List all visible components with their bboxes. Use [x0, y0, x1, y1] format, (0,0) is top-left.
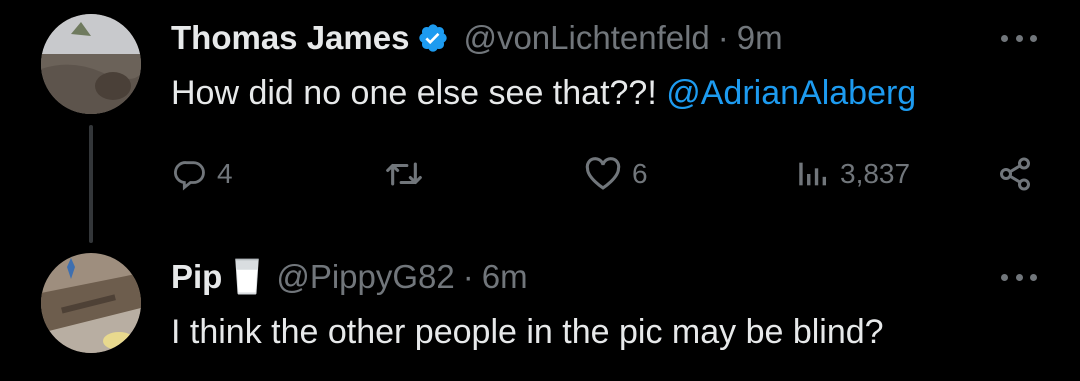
reply-count: 4 — [217, 158, 233, 189]
tweet-header: Thomas James @vonLichtenfeld · 9m — [171, 18, 783, 58]
author-handle[interactable]: @PippyG82 — [276, 257, 454, 297]
like-count: 6 — [632, 158, 648, 189]
separator-dot: · — [462, 258, 474, 295]
views-button[interactable]: 3,837 — [794, 152, 910, 196]
tweet-header: Pip @PippyG82 · 6m — [171, 257, 528, 297]
author-handle[interactable]: @vonLichtenfeld — [463, 18, 709, 58]
mention-link[interactable]: @AdrianAlaberg — [666, 74, 916, 112]
author-name[interactable]: Thomas James — [171, 18, 409, 58]
tweet-text: How did no one else see that??! @AdrianA… — [171, 73, 916, 113]
thread-line — [89, 125, 93, 243]
author-name[interactable]: Pip — [171, 257, 222, 297]
avatar-thomas-james[interactable] — [41, 14, 141, 114]
views-count: 3,837 — [840, 158, 911, 189]
tweet-time[interactable]: 9m — [737, 18, 783, 58]
glass-of-milk-emoji — [232, 258, 262, 296]
reply-button[interactable]: 4 — [173, 152, 233, 196]
avatar-pip[interactable] — [41, 253, 141, 353]
share-icon — [997, 156, 1033, 192]
more-dots-icon[interactable] — [1001, 31, 1037, 45]
heart-icon — [584, 157, 622, 191]
separator-dot: · — [717, 19, 729, 56]
retweet-button[interactable] — [384, 152, 434, 196]
more-dots-icon[interactable] — [1001, 270, 1037, 284]
share-button[interactable] — [997, 152, 1033, 196]
tweet-text: I think the other people in the pic may … — [171, 313, 884, 351]
retweet-icon — [384, 157, 424, 191]
views-bar-chart-icon — [794, 157, 830, 191]
tweet-time[interactable]: 6m — [482, 257, 528, 297]
like-button[interactable]: 6 — [584, 152, 648, 196]
reply-icon — [173, 157, 207, 191]
tweet-text-body: How did no one else see that??! — [171, 74, 667, 112]
verified-badge-icon[interactable] — [417, 22, 449, 54]
